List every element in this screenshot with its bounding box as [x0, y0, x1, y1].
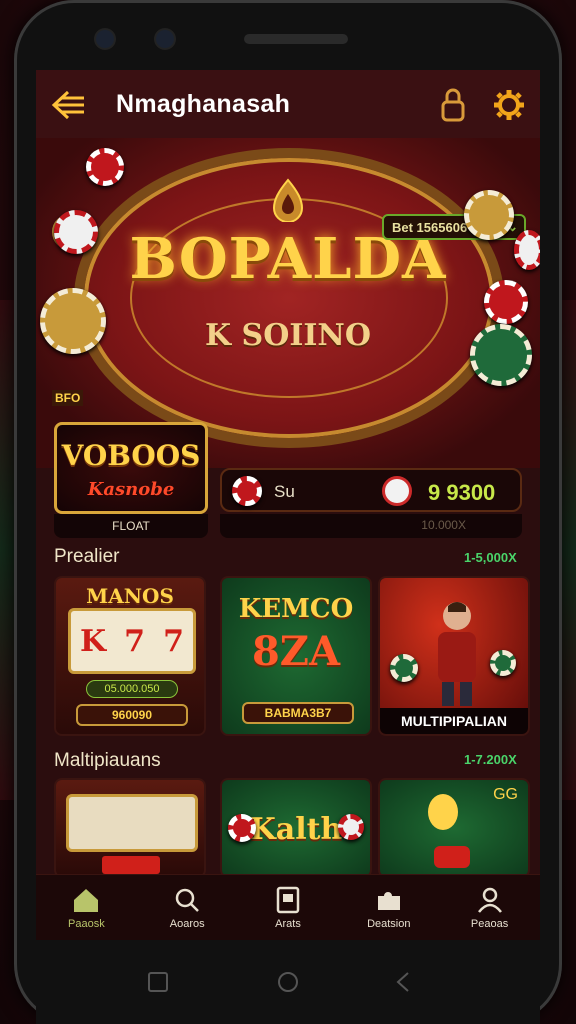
- casino-chip-icon: [390, 654, 418, 682]
- slot-reels: [66, 794, 198, 852]
- lock-icon[interactable]: [438, 88, 468, 122]
- nav-home[interactable]: Paaosk: [41, 886, 131, 930]
- game-tile-kalth[interactable]: Kalth: [220, 778, 372, 878]
- game-tile-kemco[interactable]: KEMCO 8ZA BABMA3B7: [220, 576, 372, 736]
- section-tag: 1-5,000X: [464, 550, 517, 565]
- game-tile-slots[interactable]: MANOS K 7 7 05.000.050 960090: [54, 576, 206, 736]
- wallet-chip-icon: [232, 476, 262, 506]
- nav-profile[interactable]: Peaoas: [445, 886, 535, 930]
- flame-emblem-icon: [272, 178, 304, 222]
- promo-subtitle: Kasnobe: [87, 479, 175, 500]
- nav-label: Peaoas: [470, 917, 509, 930]
- section-tag: 1-7.200X: [464, 752, 517, 767]
- nav-promotions[interactable]: Deatsion: [344, 886, 434, 930]
- balance-value: Bet 1565606: [392, 219, 468, 235]
- game-tile-multiplayer[interactable]: MULTIPIPALIAN: [378, 576, 530, 736]
- game-caption: MULTIPIPALIAN: [380, 708, 528, 734]
- promo-label: BFO: [52, 390, 84, 406]
- nav-label: Arats: [275, 917, 301, 930]
- gear-icon[interactable]: [492, 88, 526, 122]
- promo-title: VOBOOS: [61, 439, 201, 472]
- nav-label: Aoaros: [169, 917, 205, 930]
- top-app-bar: Nmaghanasah: [36, 70, 540, 138]
- hero-subtitle: K SOIINO: [205, 318, 371, 353]
- play-button[interactable]: 960090: [76, 704, 188, 726]
- casino-chip-icon: [484, 280, 528, 324]
- slot-reels: K 7 7: [68, 608, 196, 674]
- play-button[interactable]: BABMA3B7: [242, 702, 354, 724]
- wallet-multiplier: 10.000X: [421, 518, 466, 532]
- game-title: MANOS: [86, 584, 174, 608]
- wallet-bar[interactable]: Su 9 9300: [220, 468, 522, 512]
- casino-chip-icon: [54, 210, 98, 254]
- wallet-amount: 9 9300: [428, 480, 496, 505]
- recent-apps-icon[interactable]: [146, 970, 170, 994]
- reel-symbol: 7: [163, 623, 184, 659]
- bottom-navigation: Paaosk Aoaros Arats Deatsion Peaoas: [36, 874, 540, 940]
- game-tile-reels[interactable]: [54, 778, 206, 878]
- reel-symbol: K: [80, 623, 107, 659]
- nav-cards[interactable]: Arats: [243, 886, 333, 930]
- casino-chip-icon: [228, 814, 256, 842]
- nav-label: Paaosk: [68, 917, 105, 930]
- promo-footer: FLOAT: [54, 514, 208, 538]
- app-title: Nmaghanasah: [116, 90, 291, 118]
- home-icon: [74, 888, 99, 912]
- player-illustration: [438, 602, 476, 706]
- game-title: GG: [493, 786, 518, 803]
- dice-illustration: [434, 846, 470, 868]
- sensor-icon: [156, 30, 174, 48]
- promo-card[interactable]: VOBOOS Kasnobe: [54, 422, 208, 514]
- wallet-footer: 10.000X: [220, 514, 522, 538]
- card-icon: [276, 886, 300, 913]
- game-title: KEMCO: [238, 594, 354, 624]
- hero-banner[interactable]: BOPALDA K SOIINO + Bet 1565606 ⌄: [36, 138, 540, 468]
- casino-chip-icon: [514, 230, 540, 270]
- nav-label: Deatsion: [367, 917, 411, 930]
- section-title: Maltipiauans: [54, 750, 161, 771]
- game-tile-dice[interactable]: GG: [378, 778, 530, 878]
- casino-chip-icon: [470, 324, 532, 386]
- casino-chip-icon: [490, 650, 516, 676]
- search-icon: [175, 888, 200, 912]
- front-camera-icon: [96, 30, 114, 48]
- casino-chip-icon: [464, 190, 514, 240]
- profile-icon: [477, 887, 502, 913]
- earpiece-speaker: [244, 34, 348, 44]
- dice-illustration: [428, 794, 458, 830]
- reel-symbol: 7: [124, 623, 146, 659]
- game-subtitle: 8ZA: [251, 628, 341, 675]
- home-button-icon[interactable]: [276, 970, 300, 994]
- casino-chip-icon: [86, 148, 124, 186]
- casino-chip-icon: [338, 814, 364, 840]
- puzzle-icon: [377, 891, 400, 910]
- back-button-icon[interactable]: [392, 970, 416, 994]
- casino-chip-icon: [40, 288, 106, 354]
- jackpot-badge: 05.000.050: [86, 680, 178, 698]
- nav-search[interactable]: Aoaros: [142, 886, 232, 930]
- wallet-label: Su: [274, 482, 295, 501]
- slot-logo: [102, 856, 160, 874]
- app-screen: Nmaghanasah BOPALDA K SOIINO + Bet 156: [36, 70, 540, 940]
- section-title: Prealier: [54, 546, 120, 567]
- back-arrow-icon[interactable]: [50, 88, 86, 122]
- coin-icon: [382, 476, 412, 506]
